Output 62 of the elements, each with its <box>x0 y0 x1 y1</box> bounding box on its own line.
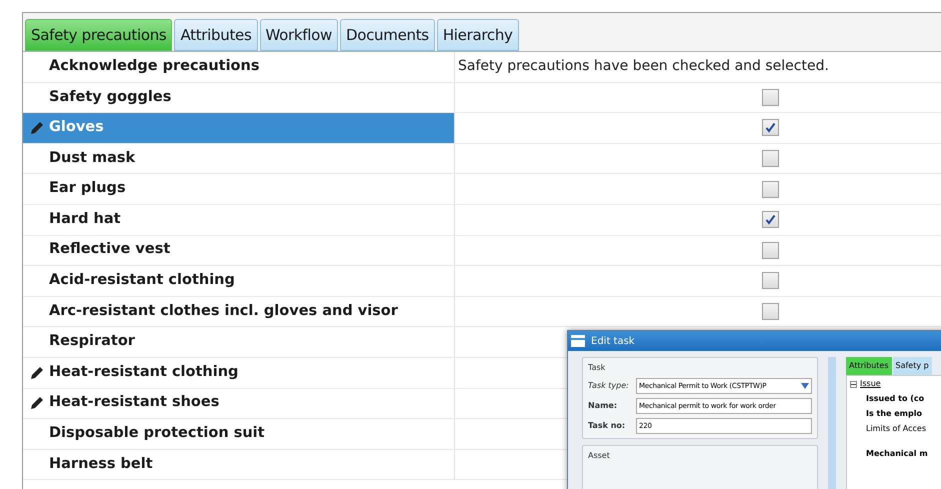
row-label-cell[interactable]: Arc-resistant clothes incl. gloves and visor <box>23 296 455 326</box>
precaution-label: Disposable protection suit <box>49 424 265 444</box>
acknowledge-text: Safety precautions have been checked and selected. <box>457 57 829 76</box>
row-label-cell[interactable]: Acid-resistant clothing <box>23 266 455 296</box>
group-title: Task <box>588 362 606 374</box>
row-label-cell[interactable]: Harness belt <box>23 450 455 480</box>
row-label-cell[interactable]: Heat-resistant shoes <box>23 388 455 418</box>
attribute-label: Is the emplo <box>865 408 923 420</box>
field-label: Name: <box>588 400 618 412</box>
precaution-label: Heat-resistant shoes <box>49 393 220 412</box>
precaution-label: Ear plugs <box>49 179 126 198</box>
precaution-label: Safety goggles <box>49 88 172 107</box>
precaution-label: Acid-resistant clothing <box>49 271 235 290</box>
row-label-cell[interactable]: Safety goggles <box>23 82 455 112</box>
checkbox[interactable] <box>762 88 778 106</box>
row-label-cell[interactable]: Ear plugs <box>23 174 455 204</box>
attribute-label: Mechanical m <box>865 448 929 460</box>
check-icon <box>764 214 776 226</box>
checkbox[interactable] <box>762 303 778 320</box>
group-title: Asset <box>588 451 610 460</box>
tab[interactable]: Attributes <box>846 357 892 375</box>
tab[interactable]: Safety precautions <box>25 19 172 51</box>
tree-node[interactable]: Issue <box>860 378 881 390</box>
row-label-cell[interactable]: Respirator <box>23 327 455 357</box>
attribute-label: Issued to (co <box>865 393 926 405</box>
tab[interactable]: Workflow <box>260 19 338 51</box>
tab[interactable]: Hierarchy <box>436 19 519 51</box>
checkbox[interactable] <box>762 180 778 198</box>
row-label-cell[interactable]: Reflective vest <box>23 236 455 266</box>
field-label: Task type: <box>588 380 630 392</box>
pencil-icon <box>29 395 45 412</box>
row-label-cell[interactable]: Disposable protection suit <box>23 419 455 449</box>
checkbox[interactable] <box>762 150 778 168</box>
pencil-icon <box>29 120 45 136</box>
row-label-cell[interactable]: Heat-resistant clothing <box>23 358 455 388</box>
tab[interactable]: Attributes <box>174 19 258 51</box>
precaution-label: Harness belt <box>49 454 153 474</box>
window-icon <box>571 335 585 347</box>
checkbox[interactable] <box>762 272 778 290</box>
row-label-cell[interactable]: Acknowledge precautions <box>23 52 455 82</box>
precaution-label: Reflective vest <box>49 240 170 260</box>
caret-icon <box>801 383 809 389</box>
checkbox[interactable] <box>762 211 778 228</box>
precaution-label: Heat-resistant clothing <box>49 362 238 382</box>
window-title: Edit task <box>591 334 635 348</box>
expander-icon[interactable] <box>850 380 857 388</box>
tab[interactable]: Safety p <box>892 357 932 375</box>
checkbox[interactable] <box>762 242 778 259</box>
field-label: Task no: <box>588 420 626 432</box>
precaution-label: Dust mask <box>49 148 136 168</box>
row-label-cell[interactable]: Dust mask <box>23 144 455 174</box>
checkbox[interactable] <box>762 119 778 136</box>
attribute-label: Limits of Acces <box>865 423 928 435</box>
precaution-label: Gloves <box>49 118 104 138</box>
row-label-cell[interactable]: Hard hat <box>23 204 455 235</box>
precaution-label: Hard hat <box>49 210 121 229</box>
precaution-label: Respirator <box>49 332 135 352</box>
tab[interactable]: Documents <box>340 19 435 51</box>
pencil-icon <box>29 364 45 381</box>
precaution-label: Acknowledge precautions <box>49 56 260 76</box>
precaution-label: Arc-resistant clothes incl. gloves and visor <box>49 302 398 321</box>
check-icon <box>764 122 776 134</box>
